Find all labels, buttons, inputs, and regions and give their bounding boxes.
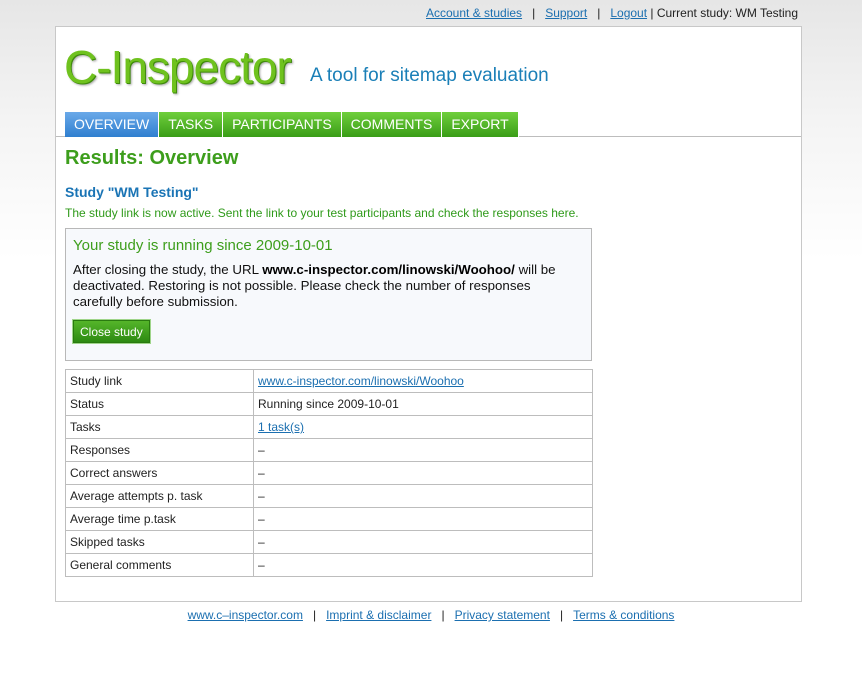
table-row: Average time p.task – [65, 507, 593, 531]
current-study-label: | Current study: WM Testing [650, 6, 798, 20]
site-link[interactable]: www.c–inspector.com [188, 608, 303, 622]
row-label: Average attempts p. task [65, 484, 254, 508]
table-row: Study link www.c-inspector.com/linowski/… [65, 369, 593, 393]
account-studies-link[interactable]: Account & studies [426, 6, 522, 20]
row-value: www.c-inspector.com/linowski/Woohoo [253, 369, 593, 393]
close-study-button[interactable]: Close study [73, 320, 150, 343]
main-panel: C-Inspector A tool for sitemap evaluatio… [55, 26, 802, 602]
separator: | [441, 608, 445, 622]
row-value: – [253, 553, 593, 577]
study-title: Study "WM Testing" [65, 184, 199, 200]
footer: www.c–inspector.com | Imprint & disclaimer… [0, 608, 862, 622]
row-label: Correct answers [65, 461, 254, 485]
privacy-link[interactable]: Privacy statement [455, 608, 550, 622]
tasks-link[interactable]: 1 task(s) [258, 420, 304, 434]
row-value: Running since 2009-10-01 [253, 392, 593, 416]
table-row: Responses – [65, 438, 593, 462]
row-label: Average time p.task [65, 507, 254, 531]
study-status-box: Your study is running since 2009-10-01 A… [65, 228, 592, 361]
content: Results: Overview Study "WM Testing" The… [65, 147, 795, 577]
separator: | [312, 608, 317, 622]
row-label: Skipped tasks [65, 530, 254, 554]
row-label: General comments [65, 553, 254, 577]
row-label: Tasks [65, 415, 254, 439]
row-value: – [253, 507, 593, 531]
row-value: – [253, 461, 593, 485]
table-row: General comments – [65, 553, 593, 577]
tab-tasks[interactable]: TASKS [159, 112, 224, 137]
table-row: Status Running since 2009-10-01 [65, 392, 593, 416]
page-title: Results: Overview [65, 147, 239, 169]
close-warning-text: After closing the study, the URL www.c-i… [73, 262, 583, 310]
table-row: Tasks 1 task(s) [65, 415, 593, 439]
row-label: Study link [65, 369, 254, 393]
logo: C-Inspector [64, 41, 292, 93]
separator: | [559, 608, 564, 622]
study-url-text: www.c-inspector.com/linowski/Woohoo/ [262, 262, 515, 277]
study-notice: The study link is now active. Sent the l… [65, 206, 579, 220]
tab-comments[interactable]: COMMENTS [341, 112, 443, 137]
running-status: Your study is running since 2009-10-01 [73, 237, 333, 254]
row-value: – [253, 484, 593, 508]
row-label: Responses [65, 438, 254, 462]
table-row: Correct answers – [65, 461, 593, 485]
terms-link[interactable]: Terms & conditions [573, 608, 674, 622]
results-table: Study link www.c-inspector.com/linowski/… [65, 369, 593, 577]
row-label: Status [65, 392, 254, 416]
separator: | [532, 6, 536, 20]
table-row: Skipped tasks – [65, 530, 593, 554]
top-navigation: Account & studies | Support | Logout | Curre… [426, 6, 798, 20]
tab-bar: OVERVIEW TASKS PARTICIPANTS COMMENTS EXP… [65, 112, 519, 137]
warning-text-before: After closing the study, the URL [73, 262, 263, 277]
row-value: 1 task(s) [253, 415, 593, 439]
tab-export[interactable]: EXPORT [442, 112, 519, 137]
support-link[interactable]: Support [545, 6, 587, 20]
tab-participants[interactable]: PARTICIPANTS [223, 112, 342, 137]
header: C-Inspector A tool for sitemap evaluatio… [56, 27, 801, 137]
tagline: A tool for sitemap evaluation [310, 65, 549, 86]
imprint-link[interactable]: Imprint & disclaimer [326, 608, 431, 622]
logout-link[interactable]: Logout [610, 6, 647, 20]
row-value: – [253, 530, 593, 554]
tab-overview[interactable]: OVERVIEW [65, 112, 160, 137]
study-link[interactable]: www.c-inspector.com/linowski/Woohoo [258, 374, 464, 388]
row-value: – [253, 438, 593, 462]
separator: | [597, 6, 601, 20]
table-row: Average attempts p. task – [65, 484, 593, 508]
